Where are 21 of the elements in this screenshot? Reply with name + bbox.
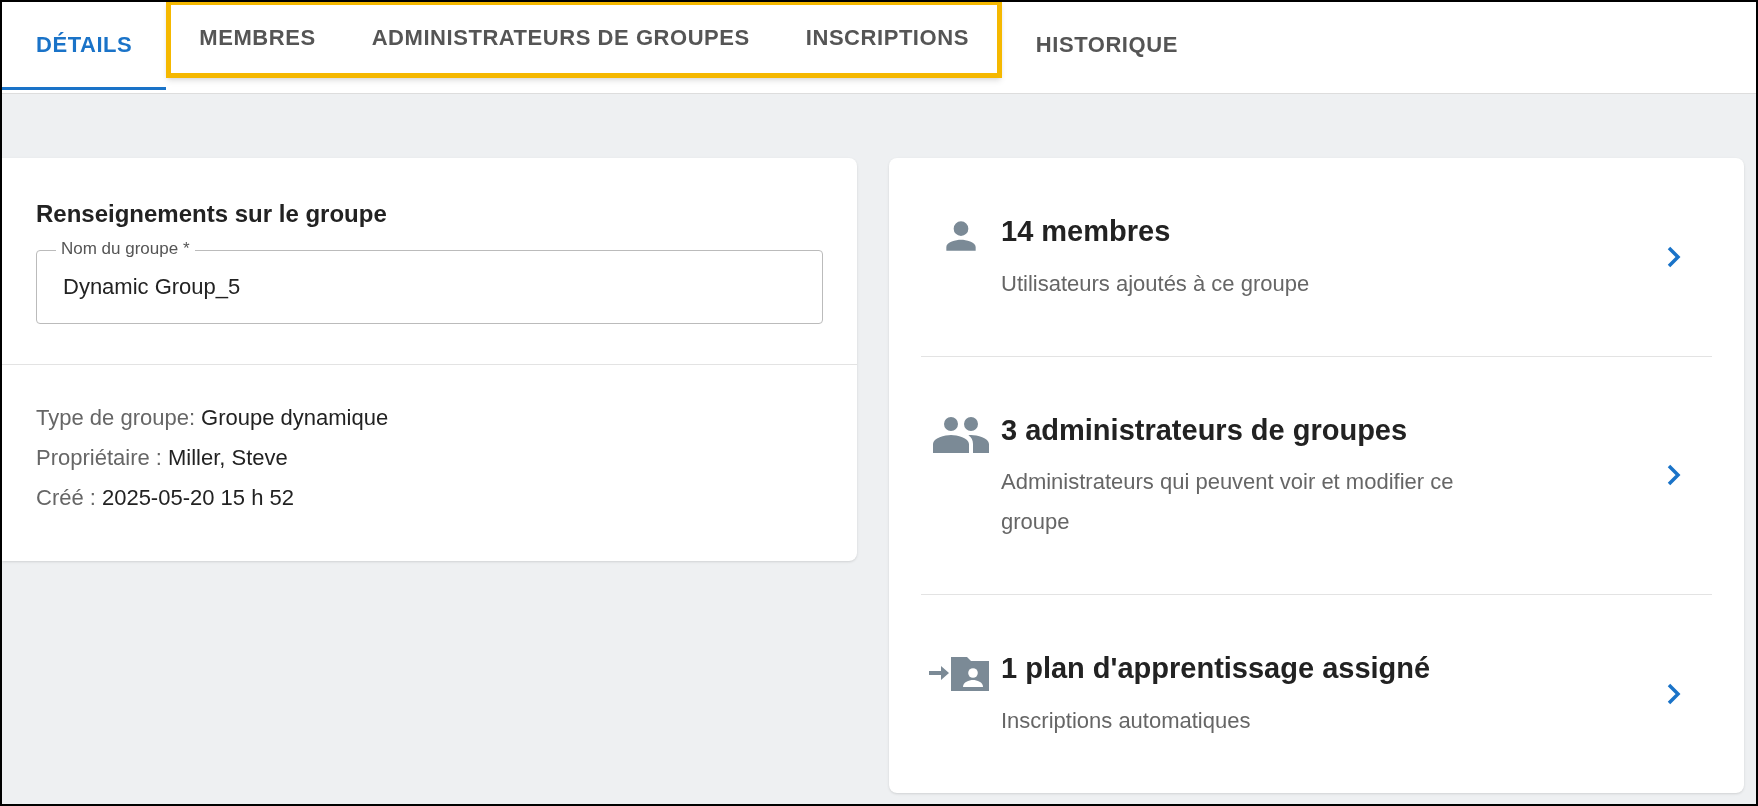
detail-value: Miller, Steve: [167, 444, 288, 472]
detail-label: Propriétaire :: [36, 444, 162, 472]
summary-subtitle: Utilisateurs ajoutés à ce groupe: [1001, 269, 1311, 298]
tab[interactable]: DÉTAILS: [2, 2, 167, 90]
summary-subtitle: Inscriptions automatiques: [1001, 706, 1252, 735]
chevron-right-icon[interactable]: [1666, 681, 1682, 706]
detail-label: Type de groupe:: [36, 404, 195, 432]
tab[interactable]: ADMINISTRATEURS DE GROUPES: [357, 5, 764, 73]
card-title: Renseignements sur le groupe: [36, 199, 388, 229]
tab[interactable]: MEMBRES: [185, 5, 330, 73]
detail-label: Créé :: [36, 484, 96, 512]
detail-value: 2025-05-20 15 h 52: [101, 484, 294, 512]
summary-title: 3 administrateurs de groupes: [1001, 412, 1409, 448]
summary-title: 1 plan d'apprentissage assigné: [1001, 651, 1432, 686]
summary-title: 14 membres: [1001, 214, 1172, 249]
tab[interactable]: INSCRIPTIONS: [791, 5, 983, 73]
detail-value: Groupe dynamique: [201, 404, 389, 432]
chevron-right-icon[interactable]: [1666, 463, 1682, 488]
summary-subtitle: Administrateurs qui peuvent voir et modifier ce groupe: [1001, 468, 1455, 536]
tab[interactable]: HISTORIQUE: [1001, 2, 1212, 90]
chevron-right-icon[interactable]: [1666, 244, 1682, 269]
